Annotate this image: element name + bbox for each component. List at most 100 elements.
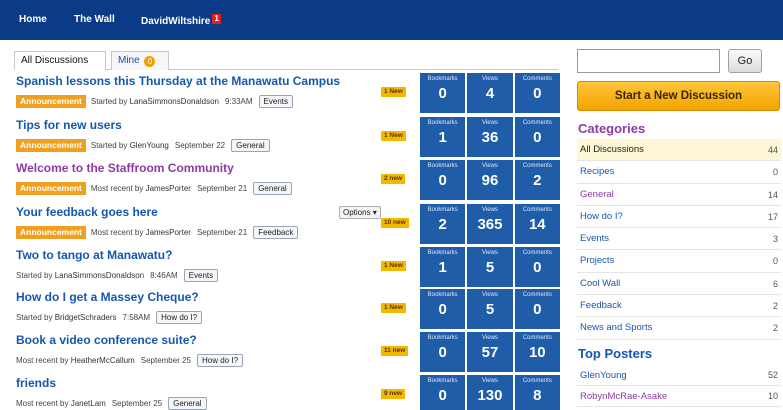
category-tag-button[interactable]: Events — [183, 269, 219, 282]
discussion-tabs: All Discussions Mine 0 — [14, 51, 558, 70]
meta-prefix: Most recent by — [16, 356, 69, 365]
stat-comments: Comments 8 — [514, 375, 560, 410]
nav-user-link[interactable]: DavidWiltshire 1 — [141, 14, 221, 27]
stat-views: Views 36 — [467, 117, 513, 157]
author-link[interactable]: LanaSimmonsDonaldson — [130, 97, 219, 106]
search-input[interactable] — [577, 49, 720, 73]
category-item[interactable]: How do I? 17 — [577, 206, 781, 229]
category-tag-button[interactable]: General — [231, 139, 270, 152]
category-item[interactable]: All Discussions 44 — [577, 139, 781, 162]
new-count-badge[interactable]: 2 new — [381, 174, 406, 184]
stat-bookmarks-label: Bookmarks — [427, 250, 458, 256]
category-tag-button[interactable]: How do I? — [197, 354, 244, 367]
new-count-badge[interactable]: 9 new — [381, 389, 406, 399]
meta-prefix: Started by — [90, 97, 128, 106]
stat-comments: Comments 0 — [514, 247, 560, 287]
stat-views: Views 5 — [467, 247, 513, 287]
nav-home-link[interactable]: Home — [19, 14, 47, 25]
new-count-badge[interactable]: 10 new — [381, 218, 409, 228]
announcement-badge: Announcement — [16, 139, 86, 152]
stat-comments-count: 8 — [533, 387, 542, 404]
start-new-discussion-button[interactable]: Start a New Discussion — [577, 81, 780, 111]
author-link[interactable]: JamesPorter — [146, 228, 191, 237]
tab-mine[interactable]: Mine 0 — [111, 51, 169, 70]
stat-comments: Comments 14 — [514, 204, 560, 244]
nav-wall-link[interactable]: The Wall — [74, 14, 115, 25]
category-count: 0 — [772, 256, 778, 267]
stat-views: Views 5 — [467, 289, 513, 329]
tab-all-discussions[interactable]: All Discussions — [14, 51, 106, 70]
category-tag-button[interactable]: How do I? — [156, 311, 203, 324]
author-link[interactable]: JanetLam — [71, 399, 106, 408]
new-count-badge[interactable]: 1 New — [381, 303, 406, 313]
discussion-meta: Most recent by HeatherMcCallum September … — [16, 353, 244, 368]
stat-views: Views 57 — [467, 332, 513, 372]
category-tag-button[interactable]: Events — [258, 95, 294, 108]
top-poster-item[interactable]: RobynMcRae-Asake 10 — [577, 386, 781, 407]
author-link[interactable]: HeatherMcCallum — [71, 356, 135, 365]
discussion-title-link[interactable]: Book a video conference suite? — [16, 333, 197, 347]
new-count-badge[interactable]: 11 new — [381, 346, 409, 356]
discussion-title-link[interactable]: Tips for new users — [16, 118, 122, 132]
stat-views-count: 36 — [481, 129, 499, 146]
top-posters-heading: Top Posters — [578, 346, 653, 361]
stat-views-label: Views — [482, 250, 498, 256]
author-link[interactable]: JamesPorter — [146, 184, 191, 193]
discussion-meta: Announcement Most recent by JamesPorter Se… — [16, 181, 292, 196]
stat-bookmarks: Bookmarks 2 — [420, 204, 466, 244]
category-item[interactable]: General 14 — [577, 184, 781, 206]
category-count: 14 — [767, 189, 778, 200]
category-item[interactable]: News and Sports 2 — [577, 317, 781, 340]
category-tag-button[interactable]: General — [168, 397, 207, 410]
discussion-title-link[interactable]: Your feedback goes here — [16, 205, 158, 219]
discussion-title-link[interactable]: Welcome to the Staffroom Community — [16, 161, 234, 175]
author-link[interactable]: GlenYoung — [130, 141, 169, 150]
notification-badge[interactable]: 1 — [212, 14, 221, 24]
stat-bookmarks: Bookmarks 1 — [420, 117, 466, 157]
category-tag-button[interactable]: Feedback — [253, 226, 299, 239]
discussion-title-link[interactable]: Spanish lessons this Thursday at the Man… — [16, 74, 340, 88]
new-count-badge[interactable]: 1 New — [381, 261, 406, 271]
discussion-row: Tips for new users Announcement Started by… — [14, 117, 560, 161]
stat-bookmarks: Bookmarks 0 — [420, 73, 466, 113]
category-count: 17 — [767, 211, 778, 222]
stat-bookmarks: Bookmarks 0 — [420, 375, 466, 410]
top-poster-item[interactable]: GlenYoung 52 — [577, 365, 781, 386]
stat-comments: Comments 2 — [514, 160, 560, 200]
category-item[interactable]: Recipes 0 — [577, 161, 781, 184]
category-tag-button[interactable]: General — [253, 182, 292, 195]
discussion-time: 7:58AM — [122, 313, 151, 322]
category-item[interactable]: Events 3 — [577, 228, 781, 251]
discussion-row: Spanish lessons this Thursday at the Man… — [14, 73, 560, 117]
stat-views-count: 130 — [477, 387, 503, 404]
category-label: Cool Wall — [580, 277, 621, 289]
discussion-stats: Bookmarks 0 Views 96 Comments 2 — [420, 160, 560, 200]
stat-comments-label: Comments — [522, 292, 552, 298]
category-item[interactable]: Cool Wall 6 — [577, 273, 781, 296]
discussion-title-link[interactable]: friends — [16, 376, 56, 390]
category-item[interactable]: Feedback 2 — [577, 295, 781, 318]
meta-prefix: Started by — [16, 313, 53, 322]
stat-comments-count: 2 — [533, 172, 542, 189]
author-link[interactable]: BridgetSchraders — [55, 313, 117, 322]
stat-views: Views 130 — [467, 375, 513, 410]
stat-bookmarks-label: Bookmarks — [427, 120, 458, 126]
stat-views: Views 4 — [467, 73, 513, 113]
category-item[interactable]: Projects 0 — [577, 250, 781, 273]
new-count-badge[interactable]: 1 New — [381, 131, 406, 141]
options-dropdown[interactable]: Options ▾ — [339, 206, 381, 219]
stat-comments-label: Comments — [522, 378, 552, 384]
stat-views-count: 5 — [485, 259, 495, 276]
new-count-badge[interactable]: 1 New — [381, 87, 406, 97]
discussion-title-link[interactable]: Two to tango at Manawatu? — [16, 248, 172, 262]
author-link[interactable]: LanaSimmonsDonaldson — [55, 271, 144, 280]
stat-comments-label: Comments — [522, 250, 552, 256]
stat-bookmarks: Bookmarks 0 — [420, 160, 466, 200]
meta-prefix: Most recent by — [90, 184, 144, 193]
discussion-stats: Bookmarks 0 Views 57 Comments 10 — [420, 332, 560, 372]
stat-bookmarks: Bookmarks 0 — [420, 289, 466, 329]
go-button[interactable]: Go — [728, 49, 762, 73]
stat-views-count: 57 — [481, 344, 499, 361]
discussion-title-link[interactable]: How do I get a Massey Cheque? — [16, 290, 199, 304]
stat-views-label: Views — [482, 378, 498, 384]
